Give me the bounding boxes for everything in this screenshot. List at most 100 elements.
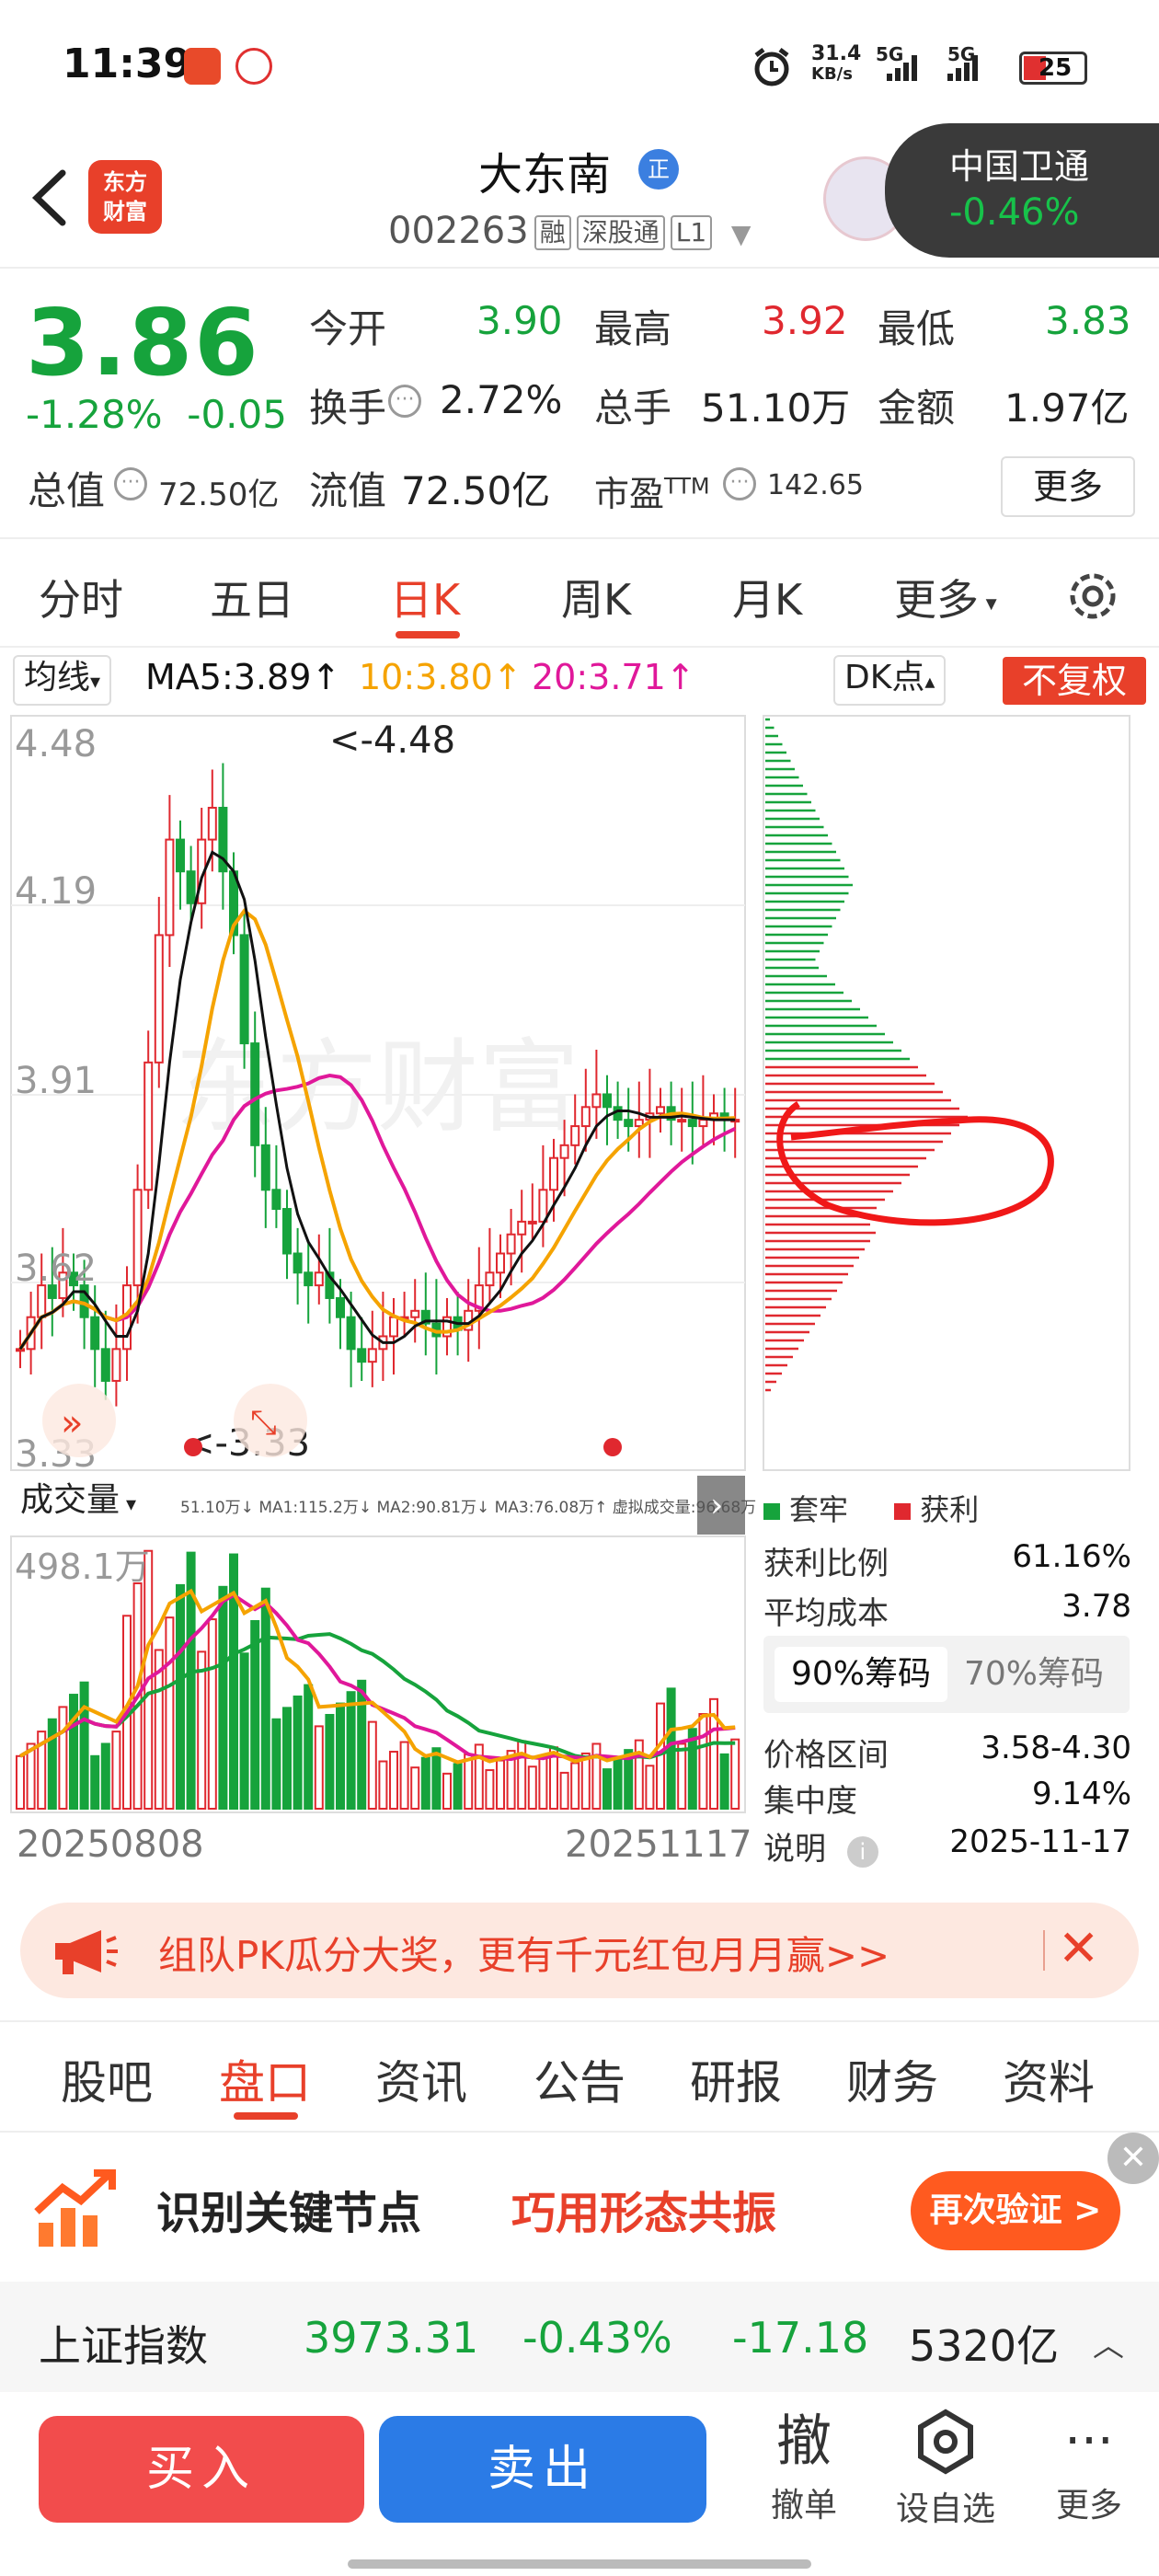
candle-body (506, 1233, 516, 1255)
marker-dot (603, 1438, 622, 1456)
tab-chip-70[interactable]: 70%筹码 (947, 1647, 1120, 1702)
home-indicator (348, 2559, 811, 2569)
tab-chip-90[interactable]: 90%筹码 (775, 1647, 947, 1702)
info-icon[interactable]: i (846, 1836, 878, 1868)
volume-bar (282, 1707, 292, 1811)
cancel-order-button[interactable]: 撤 撤单 (749, 2407, 859, 2526)
open-value: 3.90 (476, 298, 563, 343)
volume-bar (410, 1766, 420, 1811)
close-icon[interactable]: ✕ (1058, 1919, 1099, 1977)
close-icon[interactable]: ✕ (1107, 2133, 1159, 2184)
tag-margin: 融 (534, 215, 571, 250)
price-range-row: 价格区间 3.58-4.30 (763, 1730, 1131, 1774)
volume-bar (367, 1720, 377, 1810)
tab-research[interactable]: 研报 (690, 2046, 782, 2112)
back-arrow-icon[interactable] (26, 166, 72, 230)
volume-bar (271, 1718, 281, 1811)
add-watchlist-button[interactable]: 设自选 (890, 2407, 1001, 2530)
active-tab-underline (396, 631, 460, 638)
sell-button[interactable]: 卖出 (379, 2416, 706, 2523)
adjust-toggle-button[interactable]: 不复权 (1003, 657, 1146, 705)
promo-banner[interactable]: 组队PK瓜分大奖，更有千元红包月月赢>> ✕ (20, 1903, 1139, 1998)
volume-legend: 51.10万↓ MA1:115.2万↓ MA2:90.81万↓ MA3:76.0… (180, 1499, 757, 1517)
gear-icon[interactable] (1063, 567, 1122, 626)
tab-profile[interactable]: 资料 (1003, 2046, 1095, 2112)
indicator-select[interactable]: 均线▾ (13, 655, 112, 706)
volume-bar (197, 1650, 207, 1811)
chip-legend: 套牢 获利 (763, 1487, 979, 1529)
signal-bars-icon-2 (947, 55, 981, 88)
volume-bar (453, 1763, 463, 1811)
tab-weekly-k[interactable]: 周K (561, 567, 631, 627)
ad-subtitle: 巧用形态共振 (511, 2188, 777, 2239)
y-label-4-48: 4.48 (15, 723, 97, 765)
candle-body (410, 1309, 420, 1318)
candle-body (165, 838, 175, 937)
period-tabs: 分时 五日 日K 周K 月K 更多 ▾ (0, 537, 1159, 648)
volume-bar (176, 1583, 185, 1811)
tab-more[interactable]: 更多 ▾ (894, 567, 997, 627)
tab-intraday[interactable]: 分时 (39, 567, 123, 627)
tab-news[interactable]: 资讯 (375, 2046, 467, 2112)
low-label: 最低 (878, 306, 956, 351)
tab-financials[interactable]: 财务 (846, 2046, 938, 2112)
info-icon[interactable]: ··· (114, 467, 147, 500)
volume-bar (100, 1742, 110, 1811)
volume-bar (517, 1740, 527, 1811)
concentration-row: 集中度 9.14% (763, 1776, 1131, 1820)
volume-bar (250, 1619, 260, 1811)
more-actions-button[interactable]: ··· 更多 (1034, 2407, 1144, 2526)
volume-bar (613, 1758, 623, 1810)
volume-bar (420, 1756, 430, 1810)
chevron-down-icon[interactable]: ▼ (731, 219, 752, 249)
tab-forum[interactable]: 股吧 (61, 2046, 153, 2112)
more-quote-button[interactable]: 更多 (1001, 456, 1135, 517)
volume-bar (111, 1731, 121, 1811)
volume-bar (357, 1679, 367, 1811)
tab-order-book[interactable]: 盘口 (219, 2046, 311, 2112)
candle-body (624, 1119, 634, 1128)
candle-body (207, 806, 217, 841)
verify-again-button[interactable]: 再次验证 > (911, 2171, 1120, 2250)
app-root: { "status_bar": { "time": "11:39", "net_… (0, 0, 1159, 2576)
megaphone-icon (55, 1930, 118, 1974)
ad-banner[interactable]: 识别关键节点 巧用形态共振 再次验证 > ✕ (0, 2131, 1159, 2282)
watchlist-icon (918, 2409, 973, 2475)
chevron-up-icon[interactable]: ︿ (1093, 2320, 1124, 2365)
index-ticker[interactable]: 上证指数 3973.31 -0.43% -17.18 5320亿 ︿ (0, 2282, 1159, 2392)
volume-bar (69, 1694, 78, 1810)
index-amount: 5320亿 (909, 2321, 1060, 2371)
candle-body (602, 1093, 612, 1109)
info-icon[interactable]: ··· (388, 385, 421, 418)
volume-bar (314, 1725, 324, 1811)
volume-bar (378, 1760, 388, 1811)
volume-bar (442, 1772, 452, 1811)
app-logo[interactable]: 东方 财富 (88, 160, 162, 234)
volume-bar (90, 1754, 100, 1811)
amount-label: 金额 (878, 385, 956, 431)
candle-body (357, 1348, 367, 1363)
tab-monthly-k[interactable]: 月K (732, 567, 802, 627)
dk-select[interactable]: DK点▴ (833, 655, 947, 706)
volume-bar (389, 1751, 398, 1810)
volume-bar (218, 1585, 228, 1810)
promo-divider (1043, 1930, 1045, 1971)
date-end: 20251117 (565, 1823, 752, 1866)
volume-indicator-select[interactable]: 成交量 ▾ (11, 1479, 145, 1526)
tab-announcements[interactable]: 公告 (534, 2046, 625, 2112)
candle-body (314, 1271, 324, 1287)
tab-five-day[interactable]: 五日 (210, 567, 294, 627)
app-notification-icon (184, 48, 221, 85)
ma10-value: 10:3.80↑ (359, 657, 522, 697)
volume-bar (336, 1702, 345, 1810)
volume-bar (293, 1695, 303, 1811)
volume-bar (399, 1741, 409, 1810)
info-icon[interactable]: ··· (723, 467, 756, 500)
buy-button[interactable]: 买入 (39, 2416, 364, 2523)
volume-label: 总手 (594, 385, 672, 431)
volume-bar (79, 1681, 89, 1810)
candle-body (250, 1042, 260, 1146)
tab-daily-k[interactable]: 日K (390, 567, 460, 627)
avg-cost-row: 平均成本 3.78 (763, 1588, 1131, 1632)
candle-body (16, 1348, 25, 1352)
